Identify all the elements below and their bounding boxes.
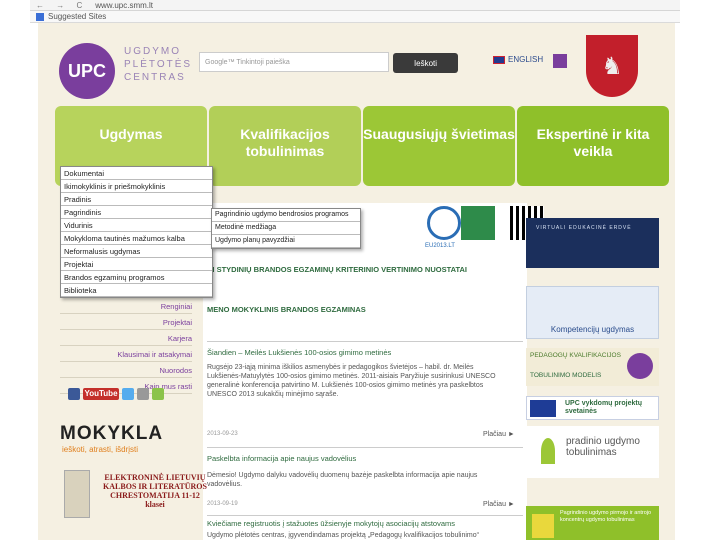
eu-label: EU2013.LT xyxy=(425,243,455,249)
logo-text: UGDYMO PLĖTOTĖS CENTRAS xyxy=(124,46,193,83)
youtube-icon[interactable]: YouTube xyxy=(83,388,119,400)
eu-flag-icon xyxy=(530,400,556,417)
projects-banner-label: UPC vykdomų projektų svetainės xyxy=(565,400,643,415)
uk-flag-icon xyxy=(493,55,505,64)
ugdymas-dropdown-menu: Dokumentai Ikimokyklinis ir priešmokykli… xyxy=(60,166,213,298)
competence-banner[interactable]: Kompetencijų ugdymas xyxy=(526,286,659,339)
side-link[interactable]: Karjera xyxy=(60,330,192,346)
menu-item[interactable]: Ikimokyklinis ir priešmokyklinis xyxy=(61,180,212,193)
read-more-link[interactable]: Plačiau ► xyxy=(483,501,515,508)
book-cover-image[interactable] xyxy=(64,470,90,518)
language-link[interactable]: ENGLISH xyxy=(493,55,543,64)
android-icon[interactable] xyxy=(152,388,164,400)
menu-item[interactable]: Projektai xyxy=(61,258,212,271)
eu-presidency-logo[interactable] xyxy=(427,206,461,240)
news-body: Dėmesio! Ugdymo dalyku vadovėlių duomenų… xyxy=(207,472,478,488)
tab-kvalifikacija[interactable]: Kvalifikacijos tobulinimas xyxy=(209,106,361,186)
pagrindinis-submenu: Pagrindinio ugdymo bendrosios programos … xyxy=(211,208,361,249)
news-body: Rugsėjo 23-iąją minima iškilios asmenybė… xyxy=(207,364,496,398)
divider xyxy=(207,447,523,448)
sprout-icon xyxy=(541,438,555,464)
submenu-item[interactable]: Ugdymo planų pavyzdžiai xyxy=(212,235,360,248)
books-icon xyxy=(532,514,554,538)
news-title[interactable]: Šiandien – Meilės Lukšienės 100-osios gi… xyxy=(207,348,391,357)
chrestomatija-banner[interactable]: ELEKTRONINĖ LIETUVIŲ KALBOS IR LITERATŪR… xyxy=(100,473,210,509)
news-title[interactable]: Kviečiame registruotis į stažuotes ūžsie… xyxy=(207,519,455,528)
primary-education-banner[interactable]: pradinio ugdymo tobulinimas xyxy=(526,426,659,478)
mokykla-logo[interactable]: MOKYKLA xyxy=(60,423,163,445)
tab-suaugusieji[interactable]: Suaugusiųjų švietimas xyxy=(363,106,515,186)
news-date: 2013-09-19 xyxy=(207,501,238,507)
upc-badge-icon xyxy=(627,353,653,379)
search-input[interactable]: Google™ Tinkintoji paieška xyxy=(199,52,389,72)
browser-toolbar: ← → C www.upc.smm.lt xyxy=(30,0,680,11)
projects-banner[interactable]: UPC vykdomų projektų svetainės xyxy=(526,396,659,420)
page-content: UPC UGDYMO PLĖTOTĖS CENTRAS Google™ Tink… xyxy=(38,23,675,540)
side-link[interactable]: Klausimai ir atsakymai xyxy=(60,346,192,362)
lithuania-crest-icon: ♞ xyxy=(586,35,638,97)
basic-education-label: Pagrindinio ugdymo pirmojo ir antrojo ko… xyxy=(560,510,652,523)
side-link[interactable]: Projektai xyxy=(60,314,192,330)
headline-2[interactable]: MENO MOKYKLINIS BRANDOS EGZAMINAS xyxy=(207,305,366,314)
basic-education-banner[interactable]: Pagrindinio ugdymo pirmojo ir antrojo ko… xyxy=(526,506,659,540)
primary-education-label: pradinio ugdymo tobulinimas xyxy=(566,436,640,458)
menu-item[interactable]: Pradinis xyxy=(61,193,212,206)
menu-item[interactable]: Vidurinis xyxy=(61,219,212,232)
bookmarks-bar: Suggested Sites xyxy=(30,11,680,23)
bookmark-suggested-sites[interactable]: Suggested Sites xyxy=(48,12,106,21)
qualification-line-2: TOBULINIMO MODELIS xyxy=(530,372,602,379)
menu-item[interactable]: Mokykloma tautinės mažumos kalba xyxy=(61,232,212,245)
read-more-link[interactable]: Plačiau ► xyxy=(483,431,515,438)
bookmark-icon xyxy=(36,12,44,21)
menu-item[interactable]: Pagrindinis xyxy=(61,206,212,219)
tab-ekspertine[interactable]: Ekspertinė ir kita veikla xyxy=(517,106,669,186)
news-date: 2013-09-23 xyxy=(207,431,238,437)
main-content: EU2013.LT AI STYDINIŲ BRANDOS EGZAMINŲ K… xyxy=(203,203,544,540)
divider xyxy=(207,515,523,516)
accessibility-icon[interactable] xyxy=(553,54,567,68)
facebook-icon[interactable] xyxy=(68,388,80,400)
language-label: ENGLISH xyxy=(508,55,544,64)
address-bar[interactable]: www.upc.smm.lt xyxy=(95,1,153,10)
green-partner-logo[interactable] xyxy=(461,206,495,240)
apple-icon[interactable] xyxy=(137,388,149,400)
news-body: Ugdymo plėtotės centras, įgyvendindamas … xyxy=(207,532,479,539)
mokykla-subtitle: ieškoti, atrasti, išdrįsti xyxy=(62,445,139,454)
social-links: YouTube xyxy=(68,388,164,400)
headline-1[interactable]: AI STYDINIŲ BRANDOS EGZAMINŲ KRITERINIO … xyxy=(207,265,467,274)
side-links: Renginiai Projektai Karjera Klausimai ir… xyxy=(60,298,192,394)
submenu-item[interactable]: Pagrindinio ugdymo bendrosios programos xyxy=(212,209,360,222)
submenu-item[interactable]: Metodinė medžiaga xyxy=(212,222,360,235)
menu-item[interactable]: Biblioteka xyxy=(61,284,212,297)
qualification-line-1: PEDAGOGŲ KVALIFIKACIJOS xyxy=(530,352,621,359)
twitter-icon[interactable] xyxy=(122,388,134,400)
news-title[interactable]: Paskelbta informacija apie naujus vadovė… xyxy=(207,454,356,463)
qualification-model-banner[interactable]: PEDAGOGŲ KVALIFIKACIJOS TOBULINIMO MODEL… xyxy=(526,348,659,386)
browser-nav-icons[interactable]: ← → C xyxy=(36,1,87,10)
side-link[interactable]: Renginiai xyxy=(60,298,192,314)
menu-item[interactable]: Dokumentai xyxy=(61,167,212,180)
upc-logo[interactable]: UPC xyxy=(59,43,115,99)
menu-item[interactable]: Brandos egzaminų programos xyxy=(61,271,212,284)
virtual-space-banner[interactable]: VIRTUALI EDUKACINĖ ERDVĖ xyxy=(526,218,659,268)
competence-banner-label: Kompetencijų ugdymas xyxy=(550,325,635,334)
side-link[interactable]: Nuorodos xyxy=(60,362,192,378)
menu-item[interactable]: Neformalusis ugdymas xyxy=(61,245,212,258)
search-button[interactable]: Ieškoti xyxy=(393,53,458,73)
divider xyxy=(207,341,523,342)
